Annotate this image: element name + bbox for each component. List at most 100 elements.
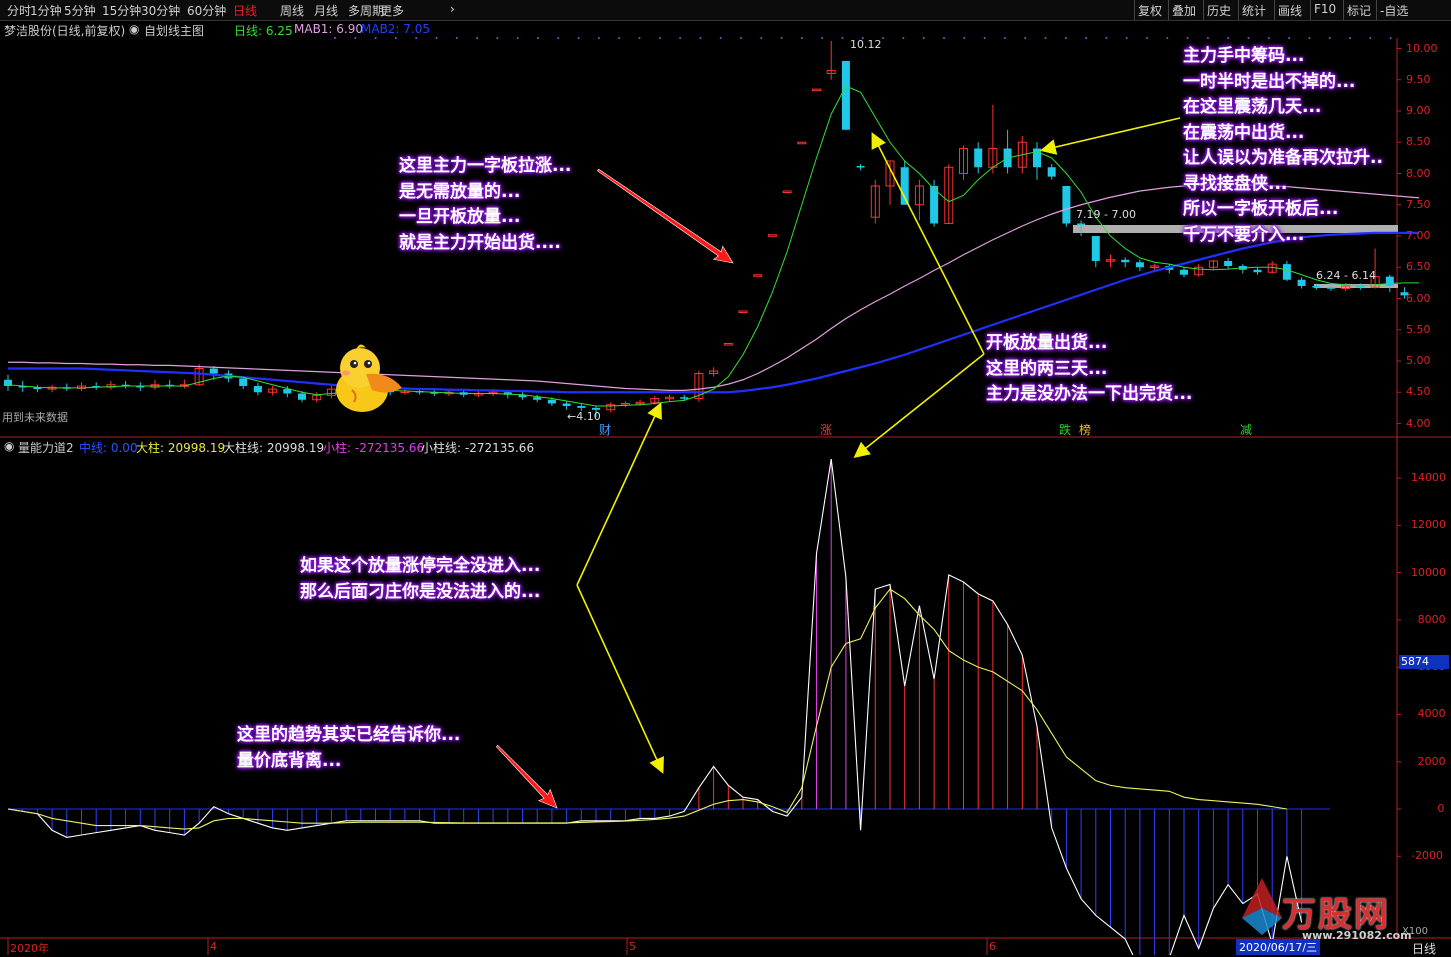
price-axis-label: 10.00 (1406, 41, 1438, 55)
callout-arrow (853, 353, 985, 458)
candle-body (1077, 223, 1086, 225)
vol-axis-label: 2000 (1417, 754, 1446, 768)
price-axis-label: 6.50 (1406, 260, 1431, 274)
watermark-logo: 万股网 www.291082.com (1232, 873, 1422, 948)
price-axis-label: 5.00 (1406, 354, 1431, 367)
candle-body (239, 378, 248, 386)
low-price-label: ←4.10 (567, 410, 601, 423)
candle-body (1297, 279, 1306, 286)
candle-body (1327, 287, 1335, 289)
price-axis-label: 8.50 (1406, 135, 1431, 149)
candle-body (533, 397, 542, 400)
candle-body (298, 393, 306, 400)
candle-body (283, 389, 292, 394)
pattern-dot (1166, 37, 1169, 39)
callout-arrow (576, 584, 664, 774)
pattern-dot (1206, 37, 1209, 39)
candle-body (797, 141, 807, 145)
pattern-dot (963, 37, 966, 39)
pattern-dot (1146, 37, 1148, 39)
pattern-dot (1024, 37, 1027, 39)
vol-current-value: 5874 (1399, 655, 1449, 669)
candle-body (1312, 286, 1321, 288)
event-marker[interactable]: 财 (599, 421, 611, 438)
candle-body (1121, 259, 1130, 263)
candle-body (1047, 167, 1056, 177)
high-price-label: 10.12 (850, 38, 882, 51)
candle-body (782, 190, 792, 193)
pattern-dot (1267, 37, 1270, 39)
pattern-dot (1003, 37, 1006, 39)
range2-label: 6.24 - 6.14 (1316, 269, 1376, 282)
pattern-dot (1044, 37, 1047, 39)
vol-axis-label: -2000 (1411, 849, 1443, 863)
pattern-dot (1064, 37, 1067, 39)
candle-body (1224, 261, 1233, 266)
event-marker[interactable]: 减 (1240, 421, 1252, 438)
pattern-dot (557, 37, 560, 39)
pattern-dot (1328, 37, 1331, 39)
pattern-dot (1389, 37, 1392, 39)
price-axis-label: 9.00 (1406, 104, 1431, 117)
candle-body (974, 148, 983, 168)
candle-body (723, 343, 733, 346)
callout-arrow (576, 402, 662, 586)
pattern-dot (658, 37, 661, 39)
time-axis-label: 2020年 (10, 942, 49, 955)
vol-line (7, 459, 1303, 955)
pattern-dot (597, 37, 600, 39)
vol-axis-label: 8000 (1417, 612, 1446, 626)
vol-axis-label: 12000 (1411, 518, 1446, 532)
vol-axis-label: 10000 (1411, 565, 1446, 579)
pattern-dot (476, 37, 479, 39)
pattern-dot (719, 37, 722, 39)
candle-body (856, 166, 865, 168)
candle-body (812, 88, 821, 92)
candle-body (1135, 262, 1144, 268)
pattern-dot (1288, 37, 1291, 39)
price-axis-label: 9.50 (1406, 72, 1431, 86)
price-axis-label: 7.00 (1406, 229, 1431, 242)
pattern-dot (1369, 37, 1372, 39)
vol-axis-label: 14000 (1411, 471, 1446, 484)
vol-axis-label: 4000 (1417, 707, 1446, 721)
vol-axis-label: 0 (1437, 802, 1445, 815)
candle-body (1091, 236, 1100, 261)
pattern-dot (1227, 37, 1230, 39)
pattern-dot (496, 37, 499, 39)
candle-body (680, 397, 689, 399)
pattern-dot (1349, 37, 1351, 39)
pattern-dot (394, 37, 397, 39)
pattern-dot (1085, 37, 1088, 39)
candle-body (209, 368, 218, 374)
candle-body (1282, 264, 1291, 280)
price-axis-label: 8.00 (1406, 166, 1431, 180)
pattern-dot (1105, 37, 1108, 39)
pattern-dot (435, 37, 438, 39)
time-axis-label: 5 (629, 940, 636, 953)
range1-label: 7.19 - 7.00 (1076, 208, 1136, 221)
annotation-open-board: 开板放量出货... 这里的两三天... 主力是没办法一下出完货... (986, 333, 1193, 404)
candle-body (1062, 186, 1071, 224)
candle-body (1385, 276, 1394, 286)
pattern-dot (354, 37, 357, 39)
duck-mascot-icon (336, 344, 402, 412)
vol-smooth-line (7, 588, 1287, 830)
annotation-limit-up-board: 这里主力一字板拉涨... 是无需放量的... 一旦开板放量... 就是主力开始出货.… (399, 156, 572, 253)
annotation-chip-distribution: 主力手中筹码... 一时半时是出不掉的... 在这里震荡几天... 在震荡中出货..… (1183, 46, 1383, 245)
pattern-dot (638, 37, 641, 39)
pattern-dot (1308, 37, 1311, 39)
pattern-dot (1247, 37, 1250, 39)
event-marker[interactable]: 涨 (820, 421, 832, 438)
pattern-dot (882, 37, 885, 39)
event-marker[interactable]: 跌 (1059, 421, 1071, 438)
pattern-dot (800, 37, 803, 39)
pattern-dot (1186, 37, 1189, 39)
watermark-url: www.291082.com (1302, 929, 1412, 942)
pattern-dot (537, 37, 539, 39)
red-arrow (495, 744, 558, 809)
pattern-dot (922, 37, 925, 39)
event-marker[interactable]: 榜 (1079, 421, 1091, 438)
time-axis-label: 4 (210, 940, 217, 953)
pattern-dot (760, 37, 763, 39)
